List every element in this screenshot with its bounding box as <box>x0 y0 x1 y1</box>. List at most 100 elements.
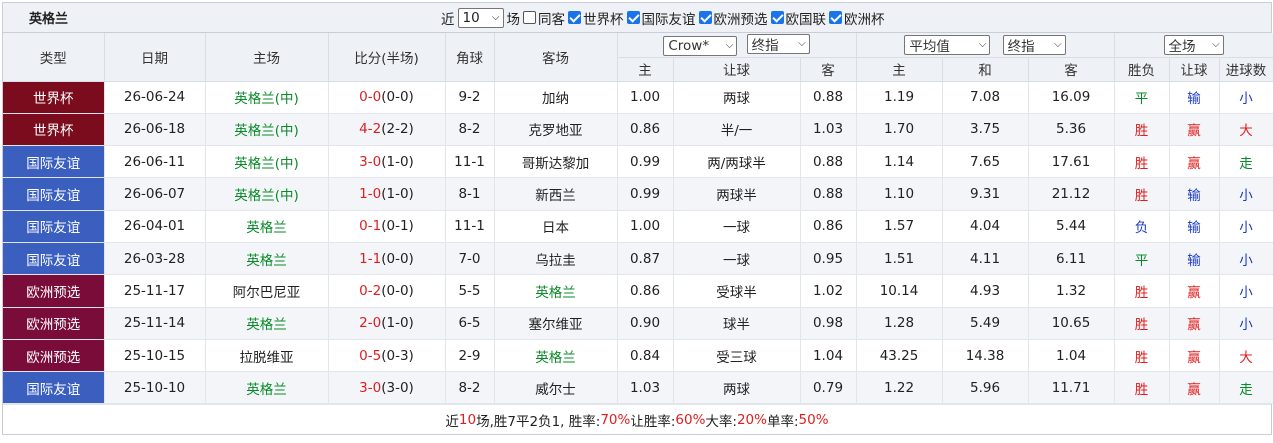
home-team-cell[interactable]: 英格兰 <box>205 371 329 405</box>
euro-home-odds: 43.25 <box>856 339 943 373</box>
table-row[interactable]: 国际友谊 26-03-28 英格兰 1-1(0-0) 7-0 乌拉圭 0.87 一球 0.95 1… <box>3 242 1273 276</box>
home-team-cell[interactable]: 英格兰(中) <box>205 113 329 147</box>
away-team-cell[interactable]: 日本 <box>494 210 618 243</box>
date-cell: 25-10-15 <box>104 339 206 373</box>
away-team-cell[interactable]: 新西兰 <box>494 177 618 211</box>
corner-cell: 2-9 <box>445 339 495 373</box>
league-cell[interactable]: 国际友谊 <box>3 145 105 179</box>
euro-draw-odds: 5.49 <box>942 307 1029 340</box>
table-row[interactable]: 欧洲预选 25-11-14 英格兰 2-0(1-0) 6-5 塞尔维亚 0.90 球半 0.98… <box>3 307 1273 340</box>
summary-text: 让胜率: <box>630 413 676 430</box>
euro-away-odds: 17.61 <box>1028 145 1115 179</box>
date-cell: 26-06-11 <box>104 145 206 179</box>
corner-cell: 6-5 <box>445 307 495 340</box>
checkbox[interactable] <box>568 11 581 24</box>
league-cell[interactable]: 国际友谊 <box>3 210 105 243</box>
away-team-cell[interactable]: 英格兰 <box>494 339 618 373</box>
euro-home-odds: 1.14 <box>856 145 943 179</box>
home-team-cell[interactable]: 英格兰(中) <box>205 177 329 211</box>
home-team-cell[interactable]: 英格兰 <box>205 210 329 243</box>
full-score[interactable]: 0-0 <box>359 89 381 105</box>
filter-label: 欧洲预选 <box>713 11 768 28</box>
result-wl: 胜 <box>1114 307 1170 340</box>
full-score[interactable]: 0-2 <box>359 283 381 299</box>
filter-nations-league[interactable]: 欧国联 <box>770 8 826 28</box>
same-guest-filter[interactable]: 同客 <box>523 8 565 28</box>
euro-home-odds: 1.22 <box>856 371 943 405</box>
euro-odds-type-select[interactable]: 终指 ⌵ <box>1002 34 1066 55</box>
filter-world-cup[interactable]: 世界杯 <box>568 8 624 28</box>
score-cell: 0-2(0-0) <box>328 274 446 308</box>
handicap-line: 受球半 <box>673 274 801 308</box>
corner-cell: 8-2 <box>445 113 495 147</box>
filter-friendly[interactable]: 国际友谊 <box>626 8 696 28</box>
away-team-cell[interactable]: 塞尔维亚 <box>494 307 618 340</box>
table-row[interactable]: 国际友谊 26-06-11 英格兰(中) 3-0(1-0) 11-1 哥斯达黎加 0.99 两… <box>3 145 1273 179</box>
away-team-cell[interactable]: 威尔士 <box>494 371 618 405</box>
handicap-line: 两球 <box>673 81 801 114</box>
scope-select[interactable]: 全场 ⌵ <box>1163 34 1224 55</box>
average-select[interactable]: 平均值 ⌵ <box>904 34 991 55</box>
table-row[interactable]: 世界杯 26-06-24 英格兰(中) 0-0(0-0) 9-2 加纳 1.00 两球 0.88… <box>3 81 1273 114</box>
table-row[interactable]: 欧洲预选 25-10-15 拉脱维亚 0-5(0-3) 2-9 英格兰 0.84 受三球 1.0… <box>3 339 1273 373</box>
league-cell[interactable]: 国际友谊 <box>3 242 105 276</box>
away-team-cell[interactable]: 加纳 <box>494 81 618 114</box>
table-row[interactable]: 国际友谊 25-10-10 英格兰 3-0(3-0) 8-2 威尔士 1.03 两球 0.79 1… <box>3 371 1273 405</box>
result-handicap: 输 <box>1169 177 1220 211</box>
table-row[interactable]: 国际友谊 26-06-07 英格兰(中) 1-0(1-0) 8-1 新西兰 0.99 两球半 0… <box>3 177 1273 211</box>
result-goals: 小 <box>1219 210 1273 243</box>
match-count-select[interactable]: 10 ⌵ <box>457 7 504 28</box>
filter-euro-cup[interactable]: 欧洲杯 <box>829 8 885 28</box>
handicap-away-odds: 1.04 <box>800 339 857 373</box>
home-team-cell[interactable]: 英格兰(中) <box>205 145 329 179</box>
result-handicap: 输 <box>1169 81 1220 114</box>
full-score[interactable]: 1-1 <box>359 251 381 267</box>
full-score[interactable]: 4-2 <box>359 121 381 137</box>
league-cell[interactable]: 世界杯 <box>3 81 105 114</box>
home-team-cell[interactable]: 英格兰 <box>205 242 329 276</box>
date-cell: 26-03-28 <box>104 242 206 276</box>
euro-draw-odds: 3.75 <box>942 113 1029 147</box>
filter-euro-qualifiers[interactable]: 欧洲预选 <box>698 8 768 28</box>
table-row[interactable]: 世界杯 26-06-18 英格兰(中) 4-2(2-2) 8-2 克罗地亚 0.86 半/一 1… <box>3 113 1273 147</box>
checkbox[interactable] <box>770 11 784 24</box>
euro-home-odds: 1.70 <box>856 113 943 147</box>
away-team-cell[interactable]: 哥斯达黎加 <box>494 145 618 179</box>
home-team-cell[interactable]: 拉脱维亚 <box>205 339 329 373</box>
euro-home-odds: 1.28 <box>856 307 943 340</box>
result-goals: 走 <box>1219 145 1273 179</box>
result-handicap: 赢 <box>1169 339 1220 373</box>
home-team-cell[interactable]: 英格兰(中) <box>205 81 329 114</box>
full-score[interactable]: 3-0 <box>359 380 381 396</box>
league-cell[interactable]: 欧洲预选 <box>3 274 105 308</box>
away-team-cell[interactable]: 乌拉圭 <box>494 242 618 276</box>
full-score[interactable]: 2-0 <box>359 315 381 331</box>
checkbox[interactable] <box>698 11 712 24</box>
league-cell[interactable]: 国际友谊 <box>3 177 105 211</box>
league-cell[interactable]: 欧洲预选 <box>3 339 105 373</box>
euro-away-odds: 10.65 <box>1028 307 1115 340</box>
company-select[interactable]: Crow* ⌵ <box>663 35 738 56</box>
league-cell[interactable]: 国际友谊 <box>3 371 105 405</box>
score-cell: 0-5(0-3) <box>328 339 446 373</box>
checkbox[interactable] <box>523 11 536 24</box>
full-score[interactable]: 1-0 <box>359 186 381 202</box>
away-team-cell[interactable]: 英格兰 <box>494 274 618 308</box>
full-score[interactable]: 3-0 <box>359 154 381 170</box>
league-cell[interactable]: 世界杯 <box>3 113 105 147</box>
home-team-cell[interactable]: 阿尔巴尼亚 <box>205 274 329 308</box>
full-score[interactable]: 0-1 <box>359 218 381 234</box>
checkbox[interactable] <box>829 11 842 24</box>
corner-cell: 8-1 <box>445 177 495 211</box>
checkbox[interactable] <box>626 11 640 24</box>
home-team-cell[interactable]: 英格兰 <box>205 307 329 340</box>
table-row[interactable]: 欧洲预选 25-11-17 阿尔巴尼亚 0-2(0-0) 5-5 英格兰 0.86 受球半 1.… <box>3 274 1273 308</box>
odds-type-select[interactable]: 终指 ⌵ <box>746 33 810 54</box>
date-cell: 26-06-07 <box>104 177 206 211</box>
table-row[interactable]: 国际友谊 26-04-01 英格兰 0-1(0-1) 11-1 日本 1.00 一球 0.86 1… <box>3 210 1273 243</box>
away-team-cell[interactable]: 克罗地亚 <box>494 113 618 147</box>
result-goals: 大 <box>1219 339 1273 373</box>
league-cell[interactable]: 欧洲预选 <box>3 307 105 340</box>
chevron-down-icon: ⌵ <box>798 38 806 50</box>
full-score[interactable]: 0-5 <box>359 348 381 364</box>
